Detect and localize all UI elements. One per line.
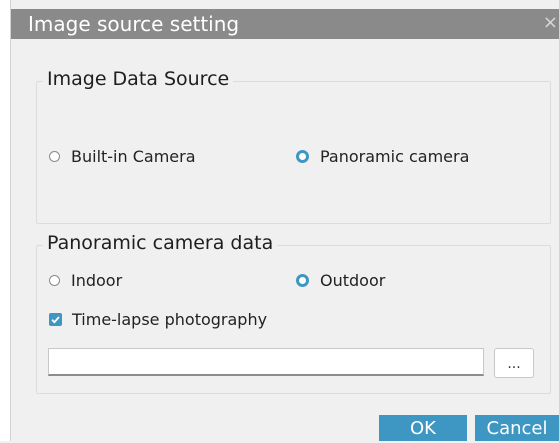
radio-label: Outdoor [320,271,386,290]
panoramic-camera-data-title: Panoramic camera data [43,232,278,254]
radio-indicator-checked [296,274,309,287]
checkbox-label: Time-lapse photography [72,310,268,329]
radio-outdoor[interactable]: Outdoor [296,271,385,290]
radio-label: Built-in Camera [71,147,196,166]
left-edge-line [10,0,11,441]
dialog-title: Image source setting [28,12,240,36]
close-icon[interactable]: × [543,11,558,35]
radio-panoramic-camera[interactable]: Panoramic camera [296,147,469,166]
radio-label: Panoramic camera [320,147,470,166]
radio-built-in-camera[interactable]: Built-in Camera [49,147,196,166]
ok-button[interactable]: OK [379,415,467,441]
cancel-button[interactable]: Cancel [475,415,559,441]
checkbox-time-lapse[interactable]: Time-lapse photography [49,310,267,329]
radio-indoor[interactable]: Indoor [49,271,122,290]
left-edge [0,0,10,441]
title-bar: Image source setting × [11,9,559,39]
check-icon [51,316,60,324]
path-input[interactable] [48,348,484,376]
radio-indicator-checked [296,150,309,163]
radio-indicator [49,275,60,286]
browse-button[interactable]: ... [494,348,534,378]
radio-label: Indoor [71,271,123,290]
image-source-dialog: Image source setting × Image Data Source… [0,0,559,441]
image-data-source-title: Image Data Source [43,68,234,90]
radio-indicator [49,151,60,162]
checkbox-indicator [49,313,62,326]
